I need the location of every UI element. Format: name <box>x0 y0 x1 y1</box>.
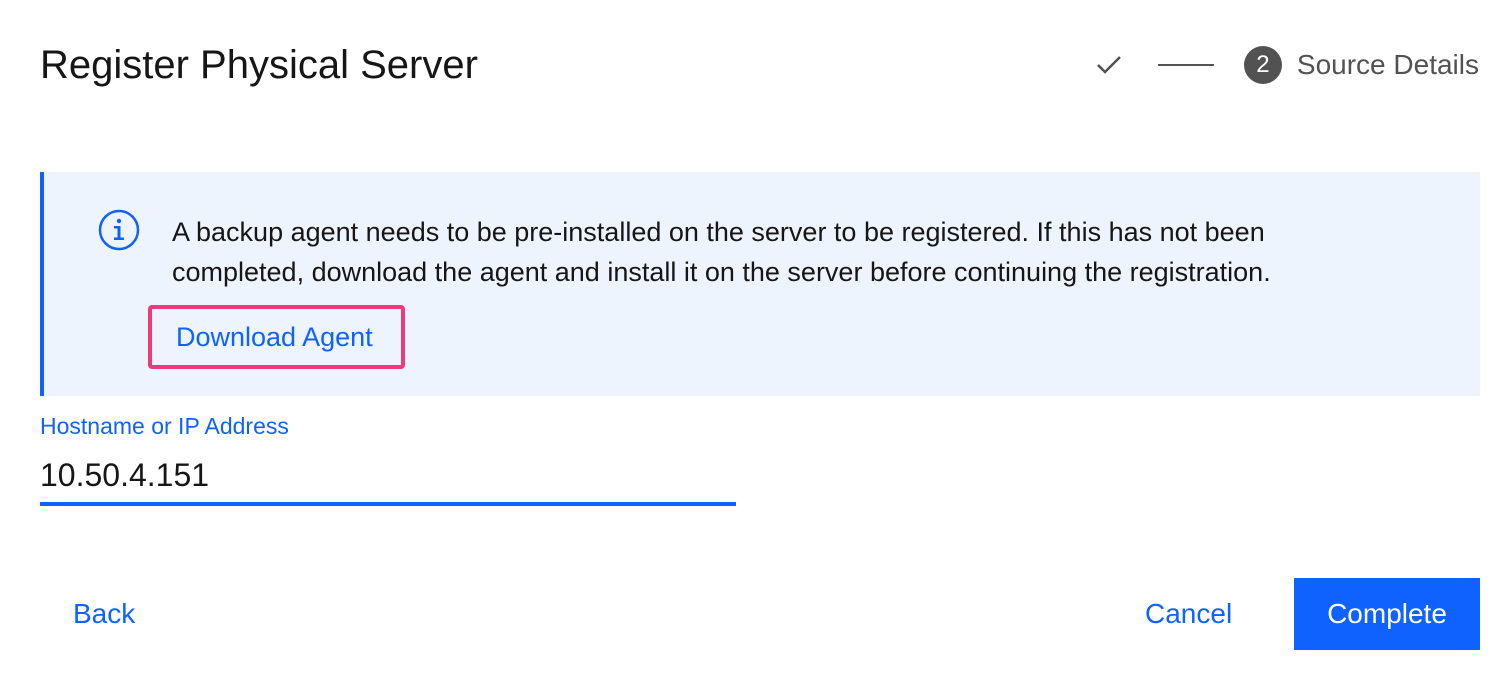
step-number-badge: 2 <box>1243 46 1282 84</box>
info-notification: A backup agent needs to be pre-installed… <box>40 172 1480 396</box>
progress-indicator: 2 Source Details <box>1095 40 1479 90</box>
hostname-label: Hostname or IP Address <box>40 413 289 439</box>
modal-title: Register Physical Server <box>40 43 478 87</box>
info-icon <box>98 209 140 251</box>
back-button[interactable]: Back <box>73 578 135 650</box>
cancel-button[interactable]: Cancel <box>1145 578 1232 650</box>
notification-message: A backup agent needs to be pre-installed… <box>172 217 1271 287</box>
hostname-input[interactable] <box>40 448 736 506</box>
checkmark-icon <box>1095 51 1123 79</box>
complete-button[interactable]: Complete <box>1294 578 1480 650</box>
step-connector <box>1157 64 1214 66</box>
download-agent-link[interactable]: Download Agent <box>148 305 405 369</box>
step-label-source-details: Source Details <box>1296 49 1479 80</box>
